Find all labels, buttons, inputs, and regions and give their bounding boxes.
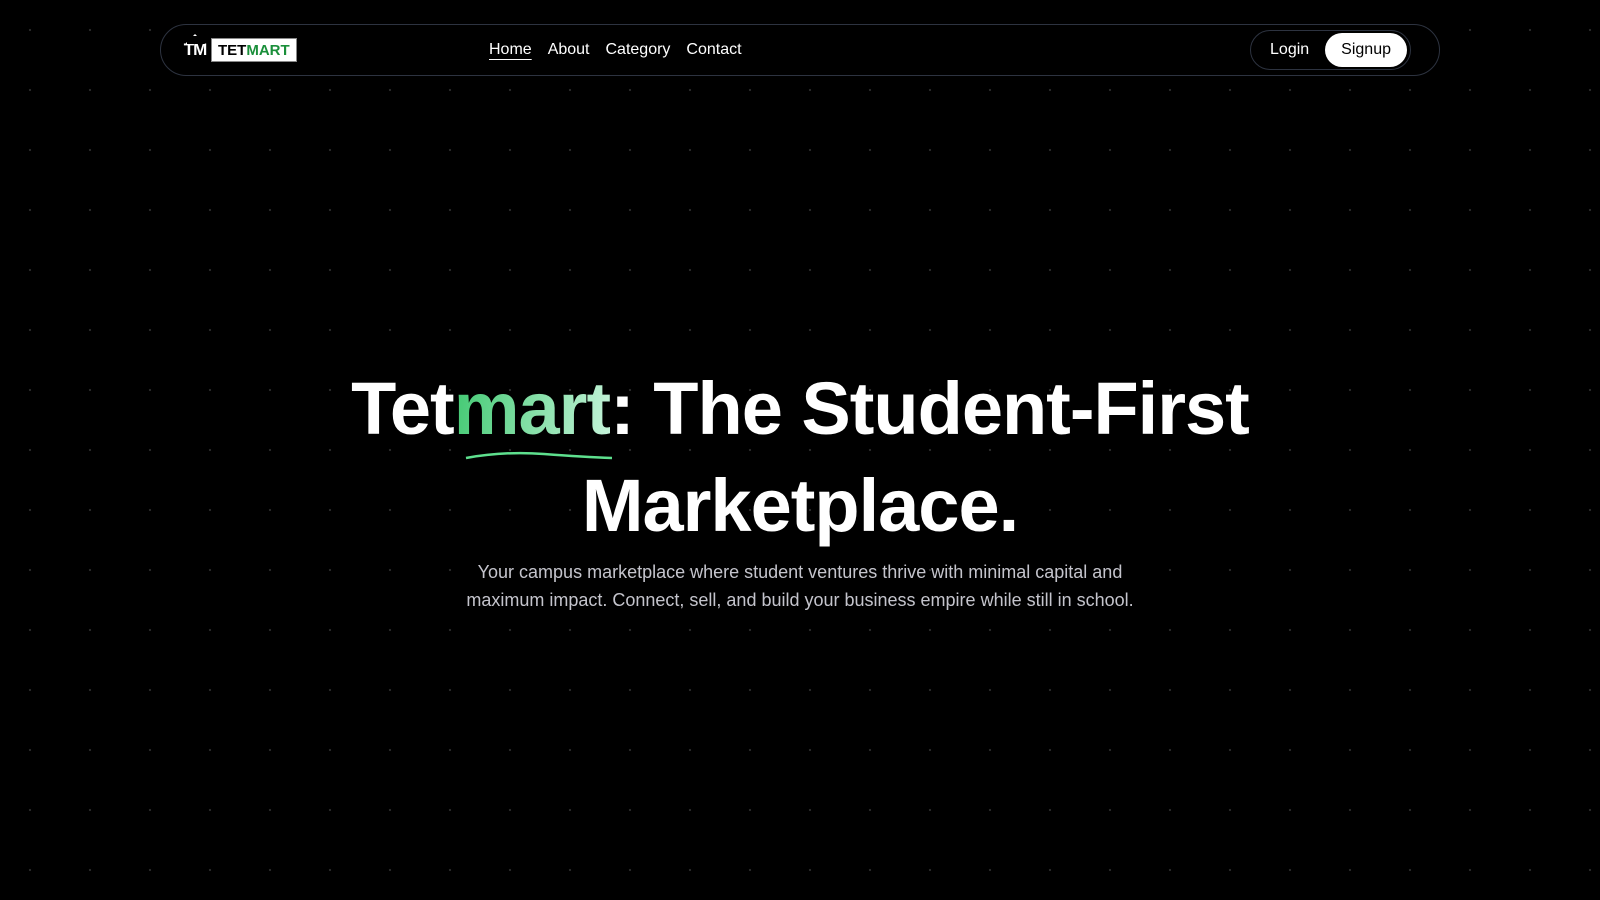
hero-title-part: Marketplace.: [581, 464, 1019, 547]
logo-house-icon: TM: [183, 40, 208, 59]
signup-button[interactable]: Signup: [1325, 33, 1407, 67]
auth-group: Login Signup: [1250, 30, 1411, 70]
nav-category[interactable]: Category: [606, 41, 671, 59]
nav-contact[interactable]: Contact: [686, 41, 741, 59]
logo-wordmark: TET MART: [211, 38, 297, 62]
logo-text-tet: TET: [218, 41, 247, 59]
login-button[interactable]: Login: [1254, 41, 1325, 59]
hero-title-part: : The Student-First: [610, 367, 1250, 450]
subtitle-line: maximum impact. Connect, sell, and build…: [466, 590, 1134, 610]
nav-links: Home About Category Contact: [489, 41, 742, 59]
squiggle-underline-icon: [465, 451, 612, 460]
logo[interactable]: TM TET MART: [183, 38, 297, 62]
hero-title-highlight: mart: [453, 360, 612, 460]
hero-subtitle: Your campus marketplace where student ve…: [0, 558, 1600, 614]
highlight-text: mart: [453, 367, 611, 450]
nav-home[interactable]: Home: [489, 41, 532, 59]
hero-title-part: Tet: [351, 367, 455, 450]
nav-about[interactable]: About: [548, 41, 590, 59]
hero-title: Tetmart: The Student-First Marketplace.: [0, 360, 1600, 554]
subtitle-line: Your campus marketplace where student ve…: [477, 562, 1123, 582]
logo-text-mart: MART: [246, 41, 290, 59]
navbar: TM TET MART Home About Category Contact L…: [160, 24, 1440, 76]
